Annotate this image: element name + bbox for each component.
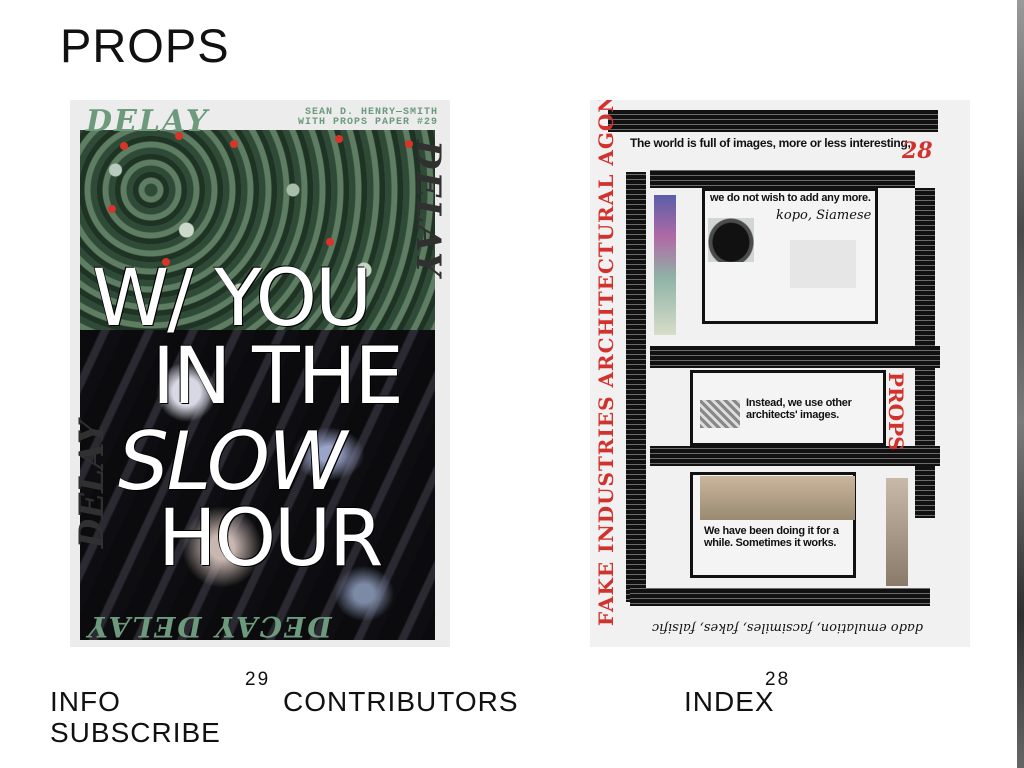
cover-28-image-figures xyxy=(700,476,855,520)
cover-28-text-line: We have been doing it for a xyxy=(704,525,839,537)
cover-29-side-text-left: DELAY xyxy=(72,420,112,549)
cover-28-text-line: while. Sometimes it works. xyxy=(704,536,837,549)
cover-29-bottom-band: DECAY DELAY xyxy=(86,610,332,643)
cover-28-image-hands xyxy=(790,240,856,288)
cover-28-black-text-band xyxy=(626,172,646,602)
cover-29-credit: SEAN D. HENRY—SMITH WITH PROPS PAPER #29 xyxy=(298,108,438,128)
cover-28-text-line: Instead, we use other xyxy=(746,397,852,409)
cover-28-vertical-red-title: FAKE INDUSTRIES ARCHITECTURAL AGONISM xyxy=(594,100,618,626)
cover-29-credit-line: WITH PROPS PAPER #29 xyxy=(297,117,438,128)
issue-number-29[interactable]: 29 xyxy=(245,670,270,689)
window-edge-shadow xyxy=(1017,0,1024,768)
berry-mark xyxy=(108,205,116,213)
berry-mark xyxy=(230,140,238,148)
cover-28-issue-badge: 28 xyxy=(902,138,933,164)
cover-28-props-vertical: PROPS xyxy=(884,372,908,451)
cover-28-black-text-band xyxy=(608,110,938,132)
cover-28-black-text-band xyxy=(650,346,940,368)
cover-28-headline: The world is full of images, more or les… xyxy=(630,136,911,150)
cover-28-fraktur-caption: kopo, Siamese xyxy=(776,208,872,223)
cover-28-text-block: Instead, we use other architects' images… xyxy=(746,397,852,421)
cover-28-image-black-form xyxy=(708,218,754,262)
berry-mark xyxy=(335,135,343,143)
cover-28-image-strip xyxy=(886,478,908,586)
berry-mark xyxy=(326,238,334,246)
cover-28-gradient-strip xyxy=(654,195,676,335)
cover-28-text-line: architects' images. xyxy=(746,408,839,421)
nav-subscribe-link[interactable]: SUBSCRIBE xyxy=(50,719,221,747)
cover-28-image-texture xyxy=(700,400,740,428)
cover-28-text-block: we do not wish to add any more. xyxy=(710,192,871,204)
cover-29-title-line: IN THE xyxy=(152,332,404,422)
cover-28-black-text-band xyxy=(650,170,915,188)
site-title[interactable]: PROPS xyxy=(60,22,230,69)
cover-29-title-line: HOUR xyxy=(158,494,383,584)
nav-index-link[interactable]: INDEX xyxy=(684,688,775,716)
nav-contributors-link[interactable]: CONTRIBUTORS xyxy=(283,688,519,716)
cover-29-header-delay: DELAY xyxy=(86,104,210,139)
cover-issue-28[interactable]: The world is full of images, more or les… xyxy=(590,100,970,647)
nav-info-link[interactable]: INFO xyxy=(50,688,121,716)
cover-29-title-line: SLOW xyxy=(118,415,347,508)
cover-28-text-block: We have been doing it for a while. Somet… xyxy=(704,525,839,549)
cover-29-title-line: W/ YOU xyxy=(92,254,372,344)
berry-mark xyxy=(120,142,128,150)
cover-28-black-text-band xyxy=(630,588,930,606)
cover-issue-29[interactable]: DELAY SEAN D. HENRY—SMITH WITH PROPS PAP… xyxy=(70,100,450,647)
cover-29-side-text-right: DELAY xyxy=(408,140,448,279)
cover-28-fraktur-bottom: dado emulation, facsimiles, fakes, falsi… xyxy=(652,620,924,635)
